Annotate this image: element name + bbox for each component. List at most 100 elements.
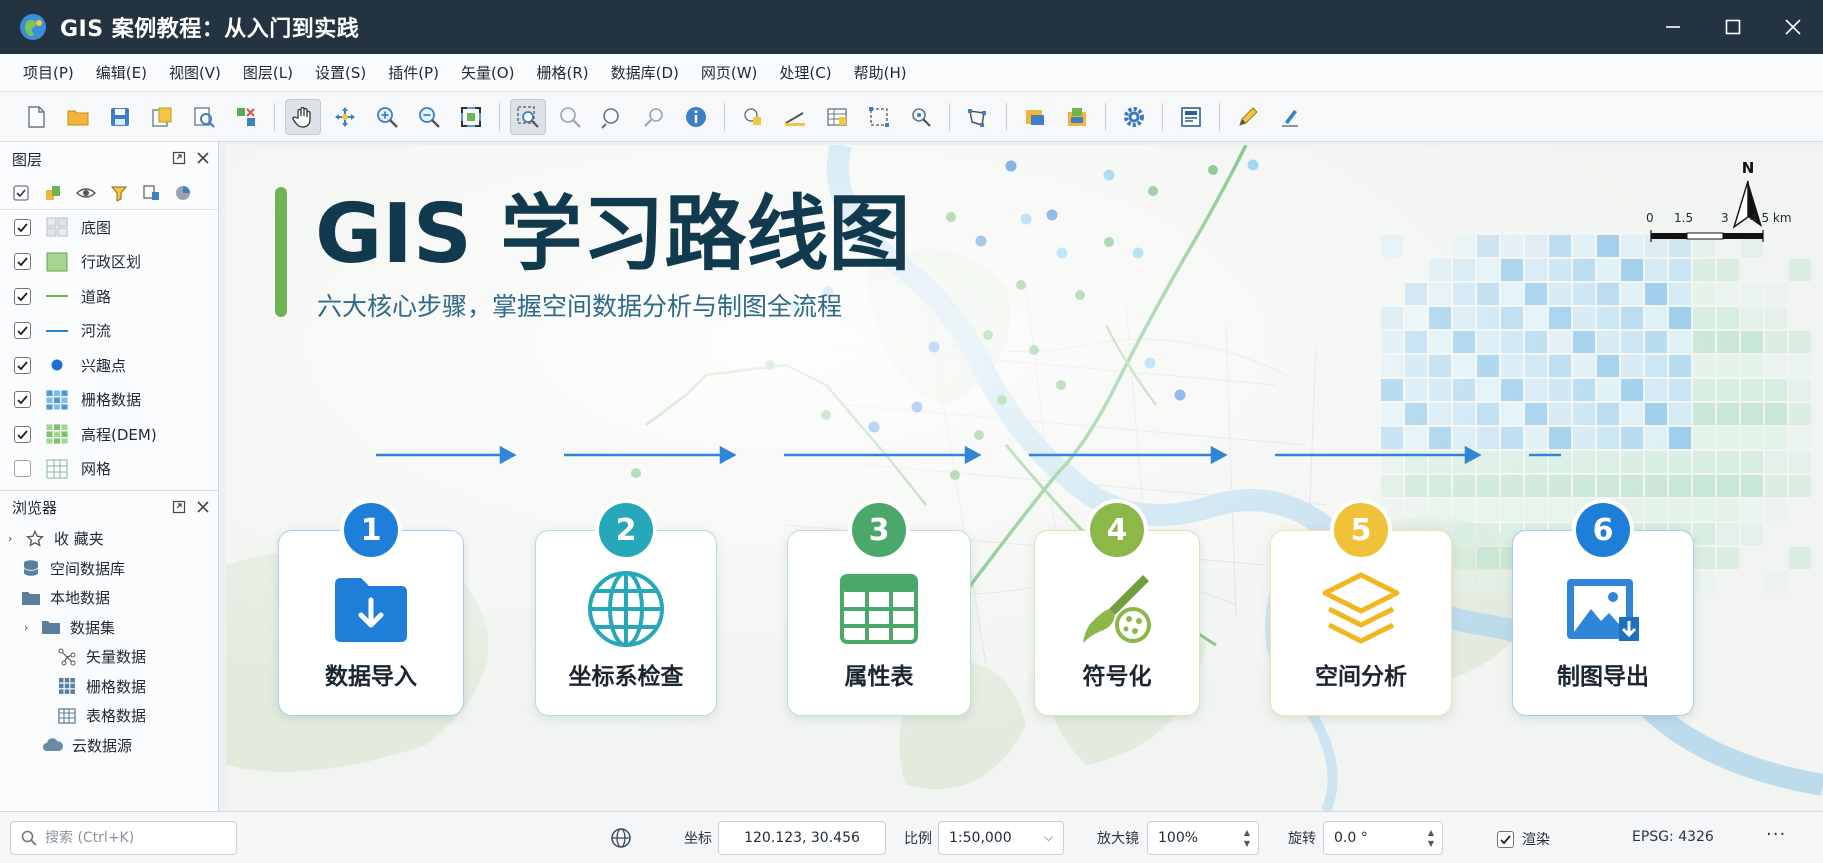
step-card-1[interactable]: 1 数据导入 [278,503,464,716]
close-panel-icon[interactable] [196,500,210,514]
layer-visibility-checkbox[interactable] [14,287,31,305]
menu-raster[interactable]: 栅格(R) [525,54,599,92]
zoom-native-button[interactable] [636,99,672,135]
menu-project[interactable]: 项目(P) [12,54,85,92]
undock-icon[interactable] [172,151,186,165]
menu-database[interactable]: 数据库(D) [600,54,690,92]
step-card-2[interactable]: 2 坐标系检查 [535,503,717,716]
layer-row[interactable]: 网格 [0,452,218,487]
browser-tree-item[interactable]: 表格数据 [0,701,218,731]
zoom-spinbox[interactable]: 100% ▲ ▼ [1147,821,1259,855]
more-options-button[interactable]: ··· [1766,824,1786,845]
menu-help[interactable]: 帮助(H) [843,54,918,92]
save-as-button[interactable] [144,99,180,135]
measure-line-button[interactable] [777,99,813,135]
scale-combobox[interactable]: 1:50,000 ⌵ [938,821,1064,855]
browser-tree-item[interactable]: 矢量数据 [0,642,218,672]
select-location-button[interactable] [903,99,939,135]
menu-processing[interactable]: 处理(C) [768,54,842,92]
vertex-tool-button[interactable] [960,99,996,135]
add-group-icon[interactable] [44,184,62,202]
step-card-6[interactable]: 6 制图导出 [1512,503,1694,716]
browser-tree-item[interactable]: › 收 藏夹 [0,524,218,554]
layer-properties-button[interactable] [1059,99,1095,135]
expand-all-icon[interactable] [142,184,160,202]
layer-visibility-checkbox[interactable] [14,425,31,443]
chevron-right-icon[interactable]: › [8,532,20,545]
layer-visibility-checkbox[interactable] [14,356,31,374]
layer-row[interactable]: 栅格数据 [0,383,218,418]
layer-visibility-checkbox[interactable] [14,253,31,271]
zoom-last-button[interactable] [552,99,588,135]
spin-arrows-icon[interactable]: ▲ ▼ [1428,827,1434,849]
layer-row[interactable]: 兴趣点 [0,348,218,383]
layer-row[interactable]: 河流 [0,314,218,349]
annotation-button[interactable] [1272,99,1308,135]
browser-tree-item[interactable]: › 数据集 [0,613,218,643]
close-button[interactable] [1763,0,1823,54]
menu-layer[interactable]: 图层(L) [232,54,304,92]
layout-manager-button[interactable] [1173,99,1209,135]
save-project-button[interactable] [102,99,138,135]
crs-globe-icon[interactable] [610,827,632,849]
select-rectangle-button[interactable] [861,99,897,135]
open-project-button[interactable] [60,99,96,135]
zoom-next-button[interactable] [594,99,630,135]
menu-view[interactable]: 视图(V) [158,54,232,92]
step-card-5[interactable]: 5 空间分析 [1270,503,1452,716]
minimize-button[interactable] [1643,0,1703,54]
layer-visibility-checkbox[interactable] [14,391,31,409]
zoom-to-layer-button[interactable] [510,98,546,135]
step-card-3[interactable]: 3 属性表 [787,503,971,716]
crs-status-button[interactable]: EPSG: 4326 [1632,829,1714,845]
settings-button[interactable] [1116,99,1152,135]
attribute-table-button[interactable] [819,99,855,135]
layer-visibility-checkbox[interactable] [14,218,31,236]
rotate-spinbox[interactable]: 0.0 ° ▲ ▼ [1323,821,1443,855]
check-all-icon[interactable] [12,184,30,202]
coord-field[interactable]: 120.123, 30.456 [718,821,886,855]
eye-icon[interactable] [76,184,96,202]
menu-settings[interactable]: 设置(S) [304,54,377,92]
menu-web[interactable]: 网页(W) [690,54,769,92]
zoom-full-button[interactable] [453,99,489,135]
layer-row[interactable]: 道路 [0,279,218,314]
new-project-button[interactable] [18,99,54,135]
close-panel-icon[interactable] [196,151,210,165]
zoom-out-button[interactable] [411,99,447,135]
identify-features-button[interactable] [678,99,714,135]
browser-tree-item[interactable]: 栅格数据 [0,672,218,702]
filter-icon[interactable] [110,184,128,202]
style-manager-button[interactable] [228,99,264,135]
undock-icon[interactable] [172,500,186,514]
pan-map-button[interactable] [285,98,321,135]
menu-edit[interactable]: 编辑(E) [85,54,158,92]
layer-visibility-checkbox[interactable] [14,322,31,340]
search-input[interactable] [45,830,225,846]
chevron-right-icon[interactable]: › [24,621,36,634]
browser-tree-item[interactable]: 空间数据库 [0,554,218,584]
step-card-4[interactable]: 4 符号化 [1034,503,1200,716]
pie-chart-icon[interactable] [174,184,192,202]
layer-row[interactable]: 行政区划 [0,245,218,280]
browser-tree-item[interactable]: 云数据源 [0,731,218,761]
render-toggle[interactable]: 渲染 [1497,829,1550,849]
pan-to-selection-button[interactable] [327,99,363,135]
map-canvas[interactable]: GIS 学习路线图 六大核心步骤，掌握空间数据分析与制图全流程 1 数据导入 2… [226,145,1823,811]
menu-plugins[interactable]: 插件(P) [377,54,450,92]
print-layout-button[interactable] [186,99,222,135]
locator-search-box[interactable] [10,821,237,855]
layer-row[interactable]: 底图 [0,210,218,245]
select-features-button[interactable] [735,99,771,135]
browser-tree-item[interactable]: 本地数据 [0,583,218,613]
render-checkbox[interactable] [1497,830,1514,848]
minimize-icon [1666,26,1680,28]
layer-visibility-checkbox[interactable] [14,460,31,478]
edit-mode-button[interactable] [1230,99,1266,135]
spin-arrows-icon[interactable]: ▲ ▼ [1244,827,1250,849]
zoom-in-button[interactable] [369,99,405,135]
maximize-button[interactable] [1703,0,1763,54]
add-layer-button[interactable] [1017,99,1053,135]
layer-row[interactable]: 高程(DEM) [0,417,218,452]
menu-vector[interactable]: 矢量(O) [450,54,526,92]
